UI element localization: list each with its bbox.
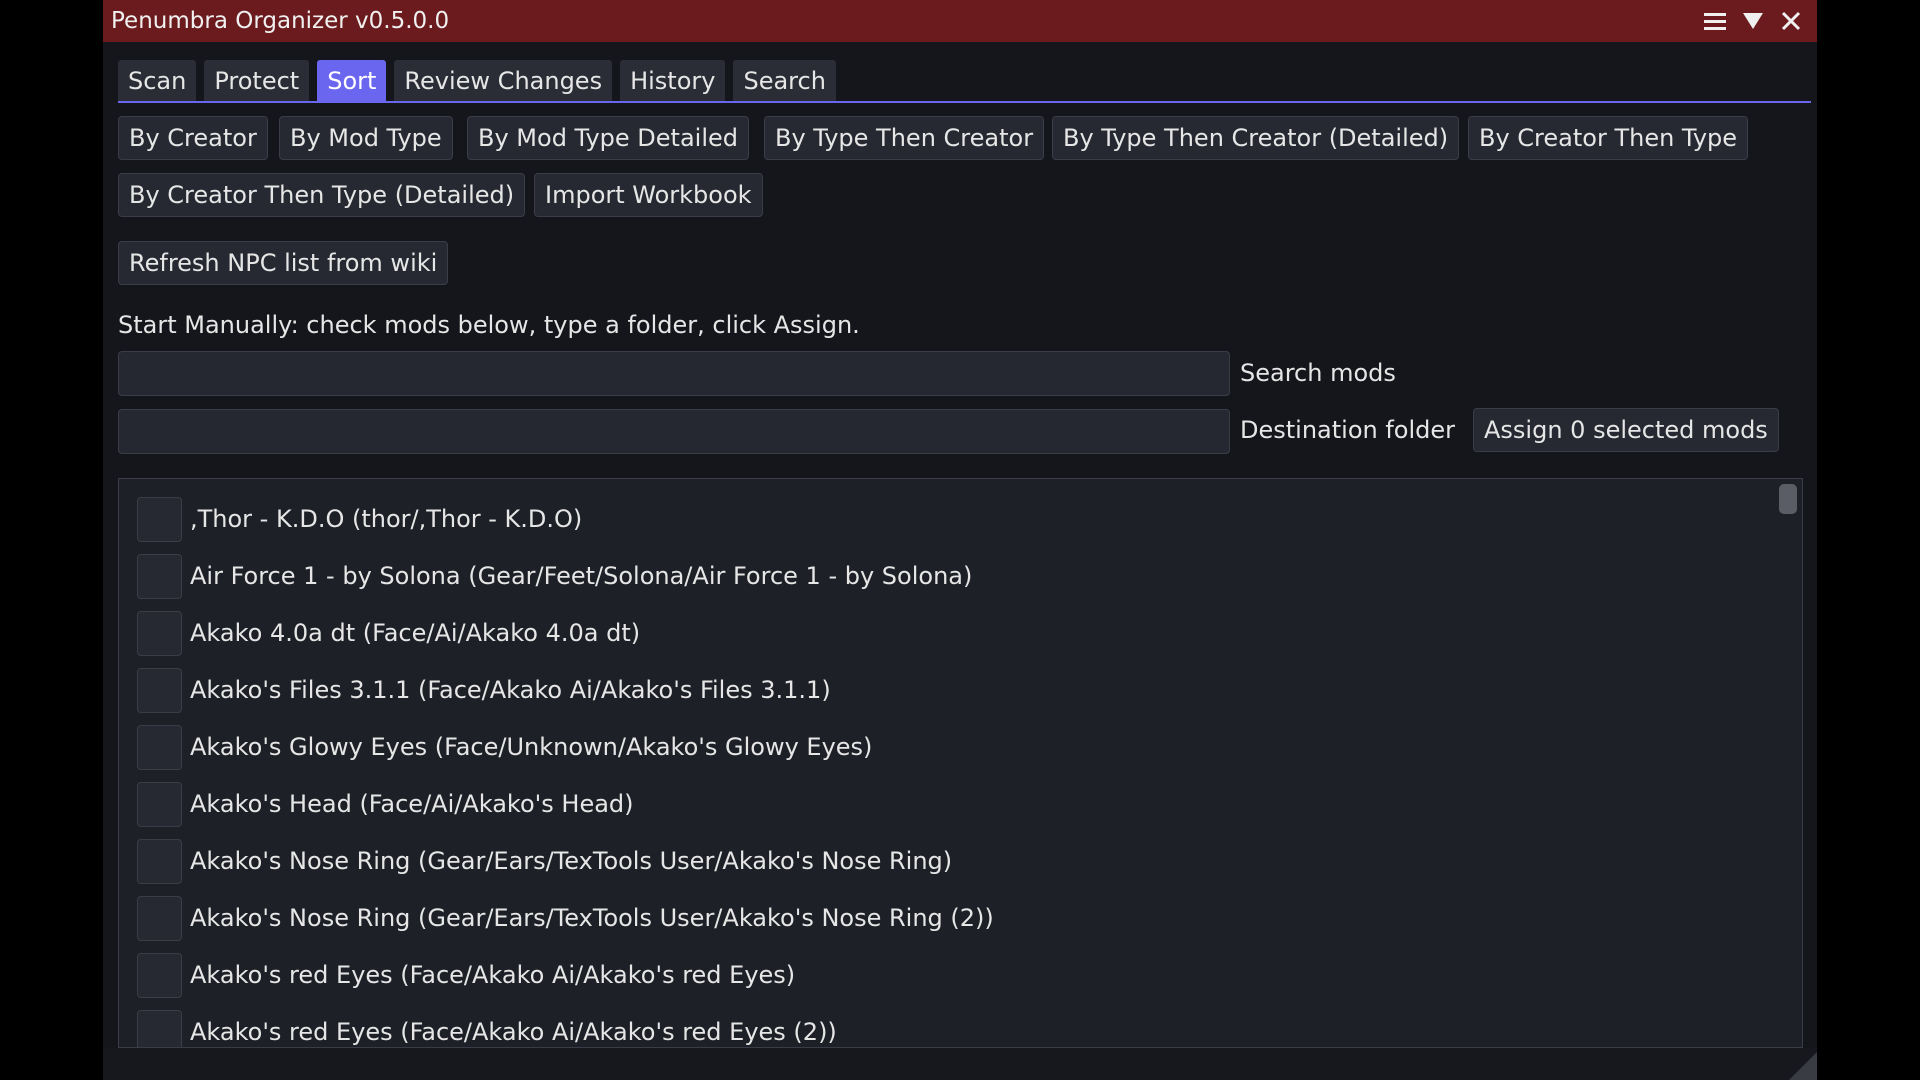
assign-selected-button[interactable]: Assign 0 selected mods [1473, 408, 1779, 452]
list-item[interactable]: Akako's Nose Ring (Gear/Ears/TexTools Us… [137, 895, 994, 941]
tab-history[interactable]: History [620, 60, 726, 102]
list-item[interactable]: ,Thor - K.D.O (thor/,Thor - K.D.O) [137, 496, 582, 542]
import-workbook-button[interactable]: Import Workbook [534, 173, 763, 217]
title-bar[interactable]: Penumbra Organizer v0.5.0.0 [103, 0, 1817, 42]
tab-sort[interactable]: Sort [317, 60, 387, 102]
list-item[interactable]: Akako's Files 3.1.1 (Face/Akako Ai/Akako… [137, 667, 831, 713]
window-footer [103, 1048, 1817, 1080]
sort-by-type-then-creator-button[interactable]: By Type Then Creator [764, 116, 1045, 160]
destination-folder-label: Destination folder [1240, 416, 1456, 444]
mod-label: Air Force 1 - by Solona (Gear/Feet/Solon… [190, 562, 973, 590]
mod-checkbox[interactable] [137, 724, 182, 770]
mod-checkbox[interactable] [137, 610, 182, 656]
manual-sort-hint: Start Manually: check mods below, type a… [118, 311, 860, 339]
mod-checkbox[interactable] [137, 496, 182, 542]
hamburger-menu-icon[interactable] [1703, 9, 1727, 33]
mod-list[interactable]: ,Thor - K.D.O (thor/,Thor - K.D.O) Air F… [118, 478, 1803, 1048]
refresh-npc-list-button[interactable]: Refresh NPC list from wiki [118, 241, 449, 285]
list-item[interactable]: Akako's Glowy Eyes (Face/Unknown/Akako's… [137, 724, 872, 770]
mod-label: Akako's Head (Face/Ai/Akako's Head) [190, 790, 634, 818]
list-item[interactable]: Akako's red Eyes (Face/Akako Ai/Akako's … [137, 1009, 837, 1047]
mod-label: Akako 4.0a dt (Face/Ai/Akako 4.0a dt) [190, 619, 641, 647]
tab-protect[interactable]: Protect [204, 60, 310, 102]
close-icon[interactable] [1779, 9, 1803, 33]
mod-label: Akako's Nose Ring (Gear/Ears/TexTools Us… [190, 904, 994, 932]
sort-by-type-then-creator-detailed-button[interactable]: By Type Then Creator (Detailed) [1052, 116, 1460, 160]
sort-by-mod-type-detailed-button[interactable]: By Mod Type Detailed [467, 116, 750, 160]
search-mods-input[interactable] [118, 351, 1230, 396]
list-item[interactable]: Akako's Nose Ring (Gear/Ears/TexTools Us… [137, 838, 952, 884]
list-item[interactable]: Akako 4.0a dt (Face/Ai/Akako 4.0a dt) [137, 610, 640, 656]
mod-label: Akako's red Eyes (Face/Akako Ai/Akako's … [190, 1018, 837, 1046]
sort-by-creator-then-type-detailed-button[interactable]: By Creator Then Type (Detailed) [118, 173, 526, 217]
mod-label: ,Thor - K.D.O (thor/,Thor - K.D.O) [190, 505, 583, 533]
mod-label: Akako's Nose Ring (Gear/Ears/TexTools Us… [190, 847, 953, 875]
sort-by-creator-button[interactable]: By Creator [118, 116, 268, 160]
mod-checkbox[interactable] [137, 1009, 182, 1047]
mod-checkbox[interactable] [137, 781, 182, 827]
mod-checkbox[interactable] [137, 952, 182, 998]
list-item[interactable]: Air Force 1 - by Solona (Gear/Feet/Solon… [137, 553, 972, 599]
tab-bar: Scan Protect Sort Review Changes History… [118, 60, 836, 102]
sort-by-mod-type-button[interactable]: By Mod Type [279, 116, 453, 160]
tab-review-changes[interactable]: Review Changes [394, 60, 613, 102]
mod-label: Akako's red Eyes (Face/Akako Ai/Akako's … [190, 961, 796, 989]
mod-checkbox[interactable] [137, 553, 182, 599]
tab-underline [118, 101, 1811, 103]
app-window: Penumbra Organizer v0.5.0.0 Scan Protect… [103, 0, 1817, 1080]
list-item[interactable]: Akako's Head (Face/Ai/Akako's Head) [137, 781, 634, 827]
sort-by-creator-then-type-button[interactable]: By Creator Then Type [1468, 116, 1749, 160]
mod-label: Akako's Files 3.1.1 (Face/Akako Ai/Akako… [190, 676, 831, 704]
collapse-triangle-icon[interactable] [1741, 9, 1765, 33]
mod-checkbox[interactable] [137, 667, 182, 713]
mod-label: Akako's Glowy Eyes (Face/Unknown/Akako's… [190, 733, 873, 761]
title-bar-controls [1703, 0, 1803, 42]
resize-grip-icon[interactable] [1789, 1052, 1817, 1080]
mod-checkbox[interactable] [137, 838, 182, 884]
tab-scan[interactable]: Scan [118, 60, 197, 102]
list-item[interactable]: Akako's red Eyes (Face/Akako Ai/Akako's … [137, 952, 795, 998]
search-mods-label: Search mods [1240, 359, 1396, 387]
destination-folder-input[interactable] [118, 409, 1230, 454]
tab-search[interactable]: Search [733, 60, 836, 102]
window-title: Penumbra Organizer v0.5.0.0 [111, 8, 450, 34]
mod-checkbox[interactable] [137, 895, 182, 941]
list-scrollbar-thumb[interactable] [1779, 484, 1797, 514]
